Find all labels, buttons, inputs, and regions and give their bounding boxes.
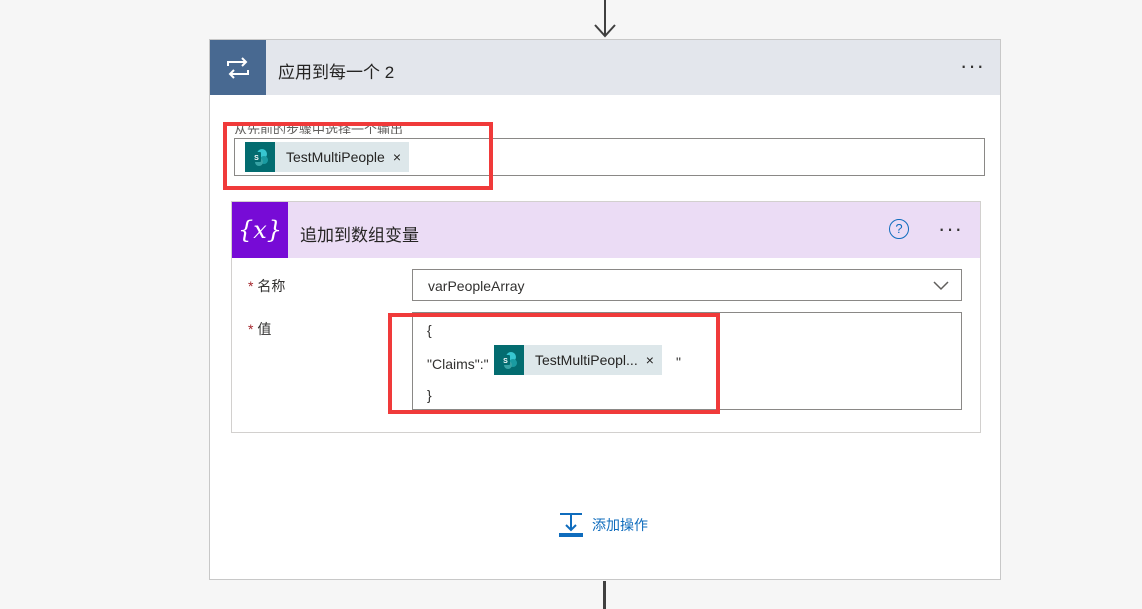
value-field-label: * 值 [248, 319, 271, 339]
help-icon[interactable]: ? [889, 219, 909, 239]
variable-name-value: varPeopleArray [428, 278, 525, 294]
more-options-icon[interactable]: ··· [938, 218, 963, 240]
name-field-label: * 名称 [248, 276, 285, 296]
variable-name-dropdown[interactable]: varPeopleArray [412, 269, 962, 301]
apply-to-each-header[interactable]: 应用到每一个 2 ··· [210, 40, 1000, 95]
append-to-array-title: 追加到数组变量 [300, 226, 419, 245]
add-action-button[interactable]: 添加操作 [558, 512, 648, 538]
more-options-icon[interactable]: ··· [960, 55, 985, 77]
connector-line [603, 581, 606, 609]
highlight-box [388, 313, 720, 414]
highlight-box [223, 122, 493, 190]
append-to-array-header[interactable]: {x} 追加到数组变量 ? ··· [232, 202, 980, 258]
loop-icon [210, 40, 266, 95]
name-label-text: 名称 [257, 278, 286, 294]
required-marker: * [248, 278, 254, 294]
apply-to-each-card: 应用到每一个 2 ··· 从先前的步骤中选择一个输出 S TestMultiPe… [209, 39, 1001, 580]
value-label-text: 值 [257, 321, 272, 337]
variable-icon: {x} [232, 202, 288, 258]
add-action-label: 添加操作 [592, 517, 648, 533]
required-marker: * [248, 321, 254, 337]
down-arrow-connector [594, 0, 616, 38]
add-action-icon [559, 513, 583, 537]
chevron-down-icon [933, 281, 949, 291]
apply-to-each-title: 应用到每一个 2 [278, 63, 395, 82]
